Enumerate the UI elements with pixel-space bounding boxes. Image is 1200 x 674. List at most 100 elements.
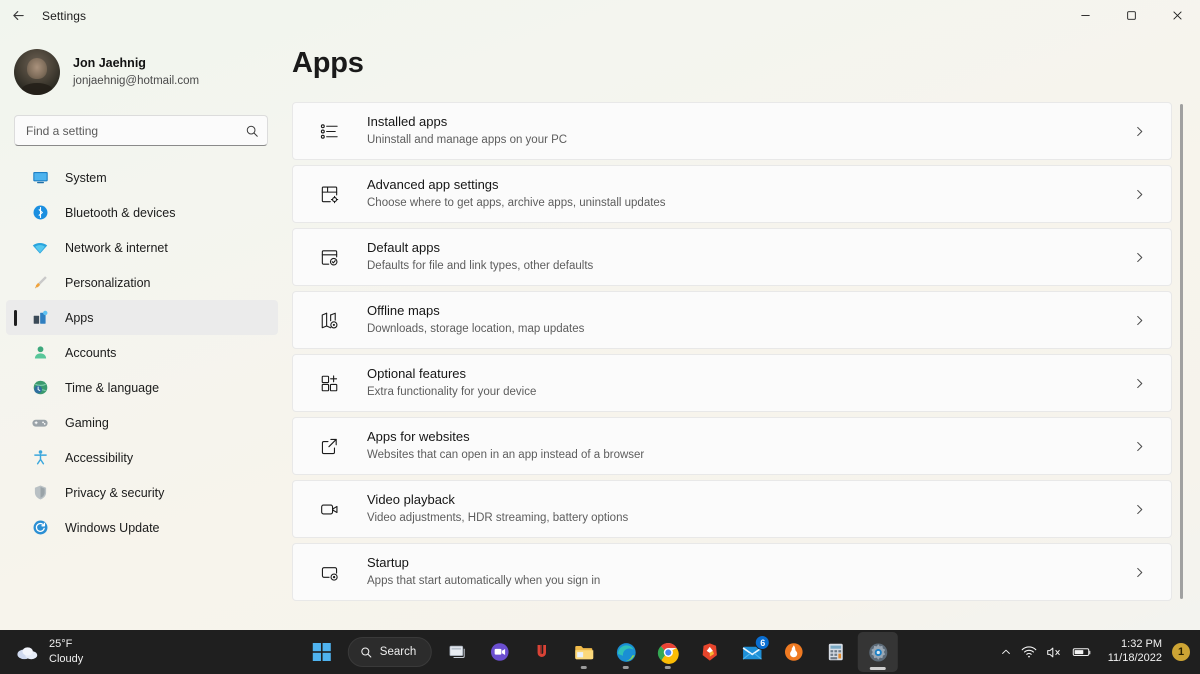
sidebar-nav: System Bluetooth & devices [0,160,290,630]
sidebar-item-label: Personalization [65,276,150,290]
tray-icons-group[interactable] [992,635,1100,669]
settings-row-installed-apps[interactable]: Installed apps Uninstall and manage apps… [292,102,1172,160]
sidebar-item-windows-update[interactable]: Windows Update [6,510,278,545]
settings-row-optional-features[interactable]: Optional features Extra functionality fo… [292,354,1172,412]
sidebar-item-bluetooth-devices[interactable]: Bluetooth & devices [6,195,278,230]
settings-row-subtitle: Websites that can open in an app instead… [367,448,1133,463]
sidebar-item-accounts[interactable]: Accounts [6,335,278,370]
scrollbar-thumb[interactable] [1180,104,1183,599]
sidebar-item-label: System [65,171,107,185]
settings-row-apps-for-websites[interactable]: Apps for websites Websites that can open… [292,417,1172,475]
brave-browser-button[interactable] [690,632,730,672]
wifi-icon[interactable] [1021,644,1037,660]
settings-row-subtitle: Video adjustments, HDR streaming, batter… [367,511,1133,526]
sidebar-item-privacy-security[interactable]: Privacy & security [6,475,278,510]
settings-list: Installed apps Uninstall and manage apps… [292,102,1188,630]
sidebar-item-system[interactable]: System [6,160,278,195]
update-icon [30,518,50,538]
taskbar-time: 1:32 PM [1108,638,1162,652]
settings-row-subtitle: Apps that start automatically when you s… [367,574,1133,589]
taskbar-search-label: Search [380,646,416,658]
sidebar-item-label: Windows Update [65,521,160,535]
person-icon [30,343,50,363]
shield-icon [30,483,50,503]
app-gear-icon [317,182,341,206]
notification-badge[interactable]: 1 [1172,643,1190,661]
clock-widget[interactable]: 1:32 PM 11/18/2022 [1100,634,1170,670]
speaker-muted-icon[interactable] [1046,645,1063,660]
settings-button[interactable] [858,632,898,672]
page-title: Apps [292,47,1188,80]
settings-window: Settings Jon Jaehnig jonjaehnig@hotmail.… [0,0,1200,674]
main-content: Apps Installed apps Uninstall and manage… [290,31,1200,630]
gamepad-icon [30,413,50,433]
settings-row-text: Default apps Defaults for file and link … [367,240,1133,274]
settings-row-text: Offline maps Downloads, storage location… [367,303,1133,337]
google-chrome-button[interactable] [648,632,688,672]
microsoft-edge-button[interactable] [606,632,646,672]
minimize-button[interactable] [1062,0,1108,31]
sidebar-item-label: Bluetooth & devices [65,206,176,220]
settings-row-advanced-app-settings[interactable]: Advanced app settings Choose where to ge… [292,165,1172,223]
settings-row-title: Video playback [367,492,1133,509]
list-apps-icon [317,119,341,143]
maximize-button[interactable] [1108,0,1154,31]
sidebar-item-apps[interactable]: Apps [6,300,278,335]
battery-icon[interactable] [1072,645,1092,659]
settings-row-startup[interactable]: Startup Apps that start automatically wh… [292,543,1172,601]
flame-app-button[interactable] [774,632,814,672]
sidebar-item-gaming[interactable]: Gaming [6,405,278,440]
weather-widget[interactable]: 25°F Cloudy [2,632,93,672]
teams-chat-button[interactable] [480,632,520,672]
back-button[interactable] [0,0,36,31]
settings-row-text: Startup Apps that start automatically wh… [367,555,1133,589]
avatar [14,49,60,95]
startup-icon [317,560,341,584]
close-button[interactable] [1154,0,1200,31]
sidebar-item-time-language[interactable]: Time & language [6,370,278,405]
calculator-button[interactable] [816,632,856,672]
account-section[interactable]: Jon Jaehnig jonjaehnig@hotmail.com [0,43,290,101]
title-bar: Settings [0,0,1200,31]
settings-row-text: Optional features Extra functionality fo… [367,366,1133,400]
mail-badge: 6 [755,635,770,650]
settings-row-text: Apps for websites Websites that can open… [367,429,1133,463]
file-explorer-button[interactable] [564,632,604,672]
sidebar-item-label: Gaming [65,416,109,430]
sidebar-item-label: Privacy & security [65,486,164,500]
content-scrollbar[interactable] [1176,102,1186,624]
taskbar-date: 11/18/2022 [1108,652,1162,666]
search-box[interactable] [14,115,268,146]
account-text: Jon Jaehnig jonjaehnig@hotmail.com [73,56,199,88]
video-camera-icon [317,497,341,521]
settings-row-title: Default apps [367,240,1133,257]
settings-row-title: Offline maps [367,303,1133,320]
sidebar-item-label: Accounts [65,346,116,360]
settings-row-video-playback[interactable]: Video playback Video adjustments, HDR st… [292,480,1172,538]
settings-row-title: Optional features [367,366,1133,383]
app-check-icon [317,245,341,269]
taskbar: 25°F Cloudy Search [0,630,1200,674]
task-view-button[interactable] [438,632,478,672]
external-link-icon [317,434,341,458]
sidebar-item-accessibility[interactable]: Accessibility [6,440,278,475]
search-input[interactable] [26,124,245,138]
settings-row-offline-maps[interactable]: Offline maps Downloads, storage location… [292,291,1172,349]
window-title: Settings [42,9,86,23]
taskbar-search-button[interactable]: Search [348,637,432,667]
sidebar-item-label: Time & language [65,381,159,395]
app-u-button[interactable] [522,632,562,672]
settings-row-title: Installed apps [367,114,1133,131]
settings-row-default-apps[interactable]: Default apps Defaults for file and link … [292,228,1172,286]
start-button[interactable] [302,632,342,672]
settings-row-title: Advanced app settings [367,177,1133,194]
map-icon [317,308,341,332]
cloud-icon [14,642,42,662]
chevron-up-icon[interactable] [1000,646,1012,658]
sidebar-item-network-internet[interactable]: Network & internet [6,230,278,265]
sidebar-item-personalization[interactable]: Personalization [6,265,278,300]
sidebar-item-label: Accessibility [65,451,133,465]
mail-button[interactable]: 6 [732,632,772,672]
bluetooth-icon [30,203,50,223]
paintbrush-icon [30,273,50,293]
